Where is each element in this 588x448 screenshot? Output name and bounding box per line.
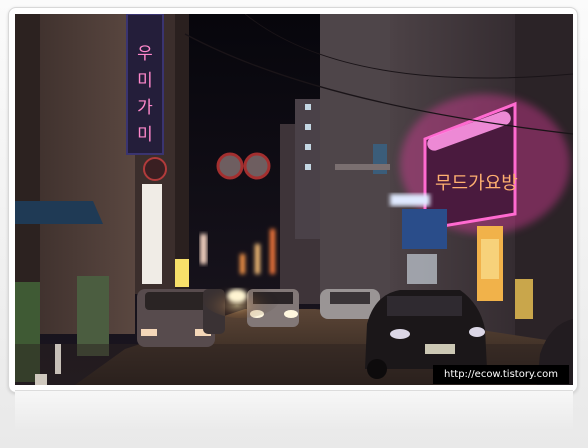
neon-sign-text: 무드가요방 [435, 173, 518, 194]
night-street-photo: 우 미 가 미 무드가요방 http://ecow.tistory.com [15, 14, 573, 385]
street-scene: 우 미 가 미 무드가요방 [15, 14, 573, 385]
neon-char: 우 [137, 44, 153, 64]
photo-frame: 우 미 가 미 무드가요방 http://ecow.tistory.com [0, 0, 588, 448]
neon-char: 미 [137, 125, 153, 145]
bottom-strip [15, 390, 573, 431]
neon-char: 가 [137, 98, 153, 118]
watermark-label: http://ecow.tistory.com [433, 365, 569, 384]
neon-char: 미 [137, 71, 153, 91]
